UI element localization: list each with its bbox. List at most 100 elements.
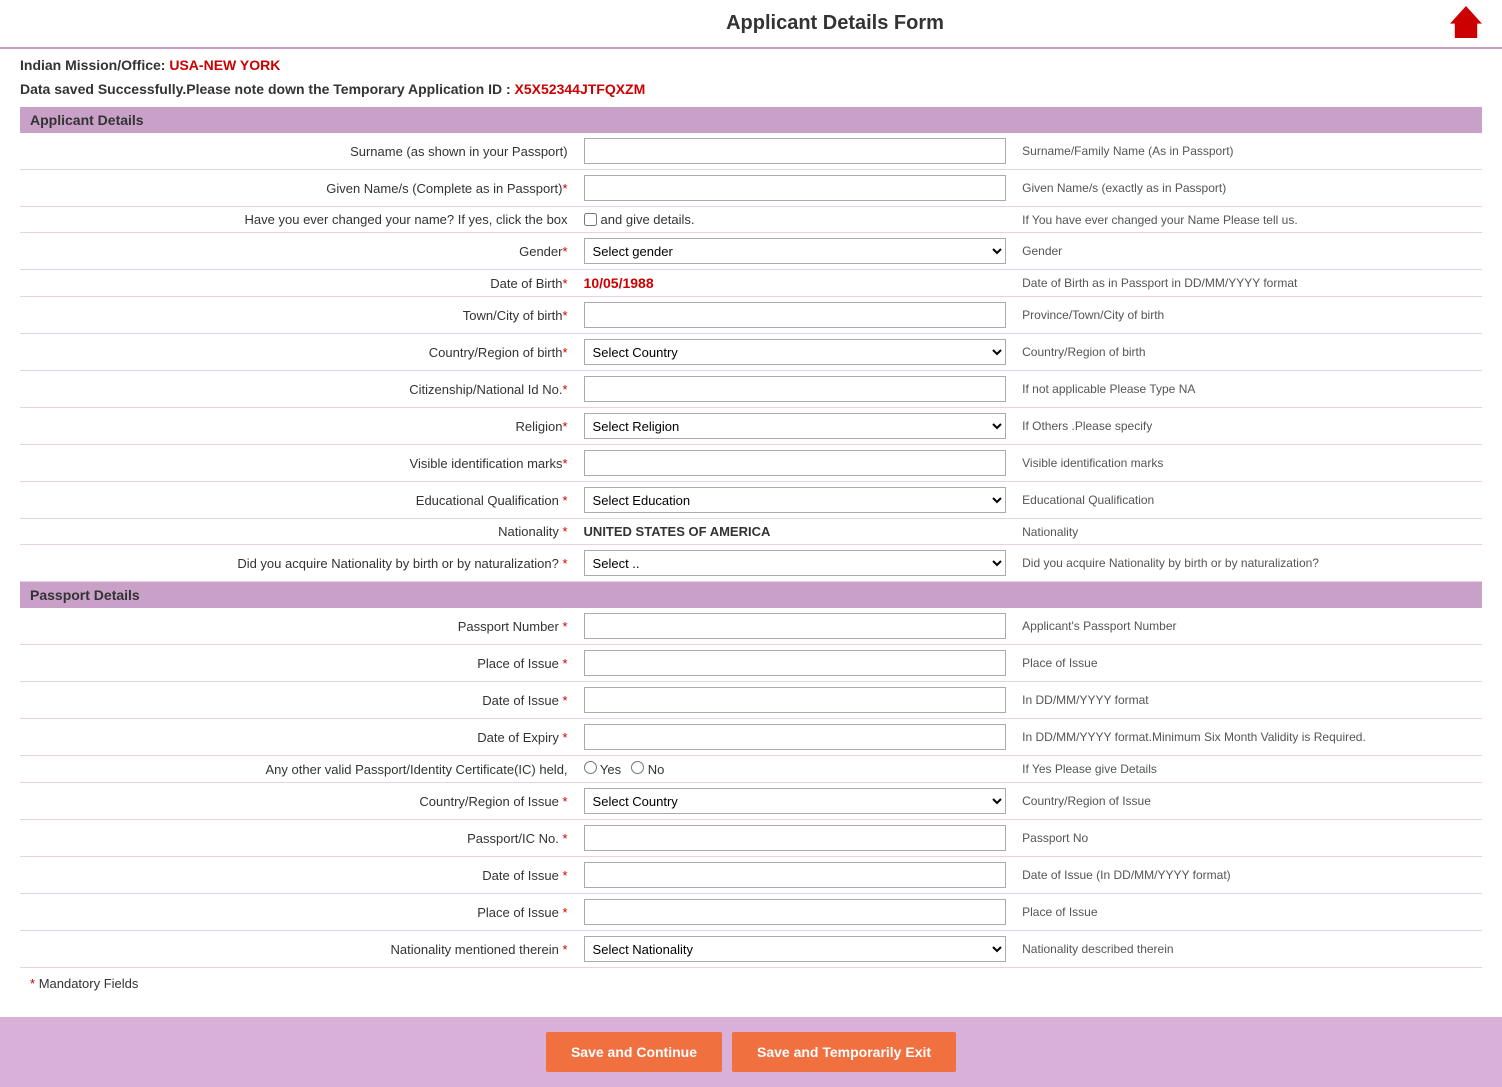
passport-number-label: Passport Number * [20,608,576,645]
dob-value: 10/05/1988 [584,275,654,291]
header-bar: Applicant Details Form [0,0,1502,49]
date-issue-input[interactable] [584,687,1007,713]
passport-ic-input-cell [576,820,1015,857]
date-expiry-row: Date of Expiry * In DD/MM/YYYY format.Mi… [20,719,1482,756]
country-birth-row: Country/Region of birth* Select Country … [20,334,1482,371]
visible-marks-label: Visible identification marks* [20,445,576,482]
passport-ic-row: Passport/IC No. * Passport No [20,820,1482,857]
nationality-value-cell: UNITED STATES OF AMERICA [576,519,1015,545]
passport-number-input[interactable] [584,613,1007,639]
nationality-therein-select[interactable]: Select Nationality [584,936,1007,962]
town-birth-input[interactable] [584,302,1007,328]
name-changed-checkbox[interactable] [584,213,597,226]
other-passport-yes-radio[interactable] [584,761,597,774]
passport-number-input-cell [576,608,1015,645]
religion-help: If Others .Please specify [1014,408,1482,445]
mission-line: Indian Mission/Office: USA-NEW YORK [20,57,1482,73]
name-changed-row: Have you ever changed your name? If yes,… [20,207,1482,233]
dob-label: Date of Birth* [20,270,576,297]
given-names-input[interactable] [584,175,1007,201]
surname-row: Surname (as shown in your Passport) Surn… [20,133,1482,170]
education-input-cell: Select Education Below Matriculation Mat… [576,482,1015,519]
footer-bar: Save and Continue Save and Temporarily E… [0,1017,1502,1087]
name-changed-input-cell: and give details. [576,207,1015,233]
other-passport-no-label[interactable]: No [631,761,664,777]
home-icon-wrapper[interactable] [1450,6,1482,41]
applicant-details-header: Applicant Details [20,107,1482,133]
save-exit-button[interactable]: Save and Temporarily Exit [732,1032,956,1072]
mandatory-note: * Mandatory Fields [20,968,1482,999]
place-issue-label: Place of Issue * [20,645,576,682]
date-issue2-input[interactable] [584,862,1007,888]
given-names-help: Given Name/s (exactly as in Passport) [1014,170,1482,207]
religion-select[interactable]: Select Religion Hindu Muslim Christian S… [584,413,1007,439]
date-issue2-row: Date of Issue * Date of Issue (In DD/MM/… [20,857,1482,894]
gender-row: Gender* Select gender Male Female Other … [20,233,1482,270]
nationality-label: Nationality * [20,519,576,545]
other-passport-no-radio[interactable] [631,761,644,774]
date-issue2-label: Date of Issue * [20,857,576,894]
country-birth-select[interactable]: Select Country [584,339,1007,365]
surname-input[interactable] [584,138,1007,164]
education-label: Educational Qualification * [20,482,576,519]
date-issue2-help: Date of Issue (In DD/MM/YYYY format) [1014,857,1482,894]
date-expiry-input-cell [576,719,1015,756]
place-issue2-label: Place of Issue * [20,894,576,931]
education-help: Educational Qualification [1014,482,1482,519]
country-birth-label: Country/Region of birth* [20,334,576,371]
applicant-details-table: Surname (as shown in your Passport) Surn… [20,133,1482,582]
name-changed-help: If You have ever changed your Name Pleas… [1014,207,1482,233]
page-wrapper: Applicant Details Form Indian Mission/Of… [0,0,1502,1087]
religion-label: Religion* [20,408,576,445]
place-issue-input-cell [576,645,1015,682]
date-expiry-help: In DD/MM/YYYY format.Minimum Six Month V… [1014,719,1482,756]
nationality-acquire-select[interactable]: Select .. By Birth By Naturalization [584,550,1007,576]
date-issue-row: Date of Issue * In DD/MM/YYYY format [20,682,1482,719]
education-select[interactable]: Select Education Below Matriculation Mat… [584,487,1007,513]
education-row: Educational Qualification * Select Educa… [20,482,1482,519]
date-expiry-input[interactable] [584,724,1007,750]
mission-value: USA-NEW YORK [169,57,280,73]
place-issue2-input-cell [576,894,1015,931]
surname-help: Surname/Family Name (As in Passport) [1014,133,1482,170]
gender-label: Gender* [20,233,576,270]
date-expiry-label: Date of Expiry * [20,719,576,756]
date-issue-label: Date of Issue * [20,682,576,719]
place-issue2-input[interactable] [584,899,1007,925]
religion-row: Religion* Select Religion Hindu Muslim C… [20,408,1482,445]
passport-details-table: Passport Number * Applicant's Passport N… [20,608,1482,968]
name-changed-checkbox-wrapper: and give details. [584,212,1007,227]
country-issue-select[interactable]: Select Country [584,788,1007,814]
nationality-value: UNITED STATES OF AMERICA [584,524,771,539]
passport-number-row: Passport Number * Applicant's Passport N… [20,608,1482,645]
mission-label: Indian Mission/Office: [20,57,165,73]
mandatory-text: Mandatory Fields [39,976,139,991]
visible-marks-input[interactable] [584,450,1007,476]
nationality-help: Nationality [1014,519,1482,545]
name-changed-suffix: and give details. [601,212,695,227]
citizenship-id-input-cell [576,371,1015,408]
citizenship-id-row: Citizenship/National Id No.* If not appl… [20,371,1482,408]
visible-marks-row: Visible identification marks* Visible id… [20,445,1482,482]
nationality-acquire-label: Did you acquire Nationality by birth or … [20,545,576,582]
town-birth-label: Town/City of birth* [20,297,576,334]
given-names-label: Given Name/s (Complete as in Passport)* [20,170,576,207]
gender-select[interactable]: Select gender Male Female Other [584,238,1007,264]
dob-value-cell: 10/05/1988 [576,270,1015,297]
nationality-therein-help: Nationality described therein [1014,931,1482,968]
citizenship-id-input[interactable] [584,376,1007,402]
given-names-input-cell [576,170,1015,207]
other-passport-yes-label[interactable]: Yes [584,761,622,777]
save-continue-button[interactable]: Save and Continue [546,1032,722,1072]
other-passport-input-cell: Yes No [576,756,1015,783]
passport-ic-input[interactable] [584,825,1007,851]
country-birth-input-cell: Select Country [576,334,1015,371]
nationality-therein-label: Nationality mentioned therein * [20,931,576,968]
place-issue-row: Place of Issue * Place of Issue [20,645,1482,682]
passport-number-help: Applicant's Passport Number [1014,608,1482,645]
place-issue-input[interactable] [584,650,1007,676]
other-passport-label: Any other valid Passport/Identity Certif… [20,756,576,783]
town-birth-row: Town/City of birth* Province/Town/City o… [20,297,1482,334]
required-star: * [30,976,35,991]
content-area: Indian Mission/Office: USA-NEW YORK Data… [0,49,1502,1007]
